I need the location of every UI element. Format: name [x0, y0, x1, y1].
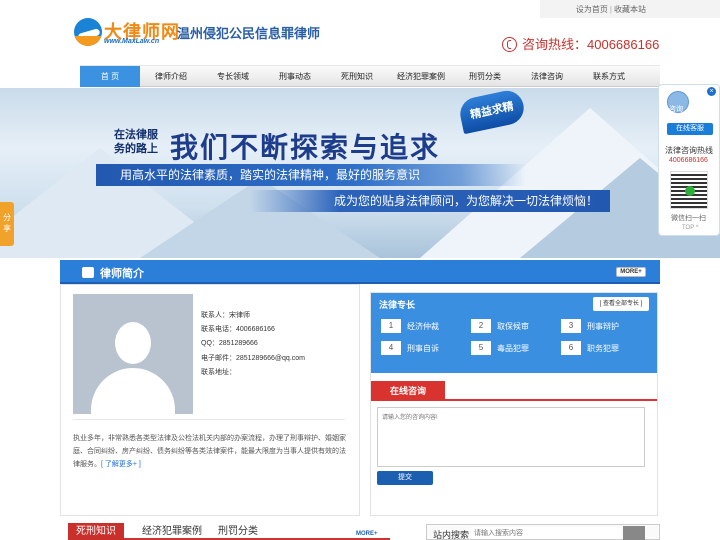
tab-economic-cases[interactable]: 经济犯罪案例	[142, 523, 202, 540]
hotline-text: 咨询热线：4006686166	[522, 37, 660, 52]
site-search-label: 站内搜索	[433, 530, 470, 540]
specialty-number: 2	[471, 319, 491, 333]
banner-tagline-line1: 在法律服	[114, 129, 158, 141]
profile-section-title: 律师简介	[100, 268, 144, 280]
phone-icon	[502, 37, 517, 52]
specialty-item[interactable]: 2 取保候审	[471, 319, 561, 333]
contact-email: 电子邮件：2851289666@qq.com	[201, 354, 305, 362]
specialties-box: 法律专长 [ 查看全部专长 ] 1 经济仲裁 2 取保候审 3 刑事辩护 4 刑事自诉 …	[371, 293, 657, 373]
top-link-separator: |	[609, 5, 612, 14]
float-hotline-label: 法律咨询热线	[665, 146, 713, 155]
banner-stripe-2: 成为您的贴身法律顾问，为您解决一切法律烦恼！	[250, 190, 610, 212]
wechat-logo-icon	[685, 186, 695, 196]
profile-section-header: 律师简介 MORE+	[60, 260, 660, 284]
consult-header: 在线咨询	[371, 381, 657, 401]
logo-icon[interactable]	[74, 18, 102, 46]
nav-item-consult[interactable]: 法律咨询	[516, 66, 578, 87]
set-home-link[interactable]: 设为首页	[576, 5, 608, 14]
specialty-name: 毒品犯罪	[497, 343, 529, 353]
floating-consult-panel: × 咨询 在线客服 法律咨询热线 4006686166 微信扫一扫 TOP ^	[658, 84, 720, 236]
lawyer-photo-placeholder	[73, 294, 193, 414]
nav-item-death-penalty[interactable]: 死刑知识	[326, 66, 388, 87]
nav-item-criminal-news[interactable]: 刑事动态	[264, 66, 326, 87]
specialty-name: 职务犯罪	[587, 343, 619, 353]
nav-item-economic-cases[interactable]: 经济犯罪案例	[388, 66, 454, 87]
contact-qq: QQ：2851289666	[201, 340, 258, 348]
banner-tagline-small: 在法律服 务的路上	[114, 128, 158, 156]
specialty-number: 6	[561, 341, 581, 355]
back-to-top[interactable]: TOP ^	[682, 225, 699, 231]
contact-info: 联系人：宋律师 联系电话：4006686166 QQ：2851289666 电子…	[201, 309, 305, 380]
contact-address: 联系地址：	[201, 368, 236, 376]
specialty-number: 3	[561, 319, 581, 333]
tab-penalty-types[interactable]: 刑罚分类	[218, 523, 258, 540]
intro-more-link[interactable]: [ 了解更多+ ]	[101, 461, 141, 468]
lawyer-profile-panel: 联系人：宋律师 联系电话：4006686166 QQ：2851289666 电子…	[60, 284, 360, 516]
float-hotline-number: 4006686166	[669, 157, 708, 164]
consult-title: 在线咨询	[371, 381, 445, 401]
share-tab[interactable]: 分享	[0, 202, 14, 246]
header-hotline: 咨询热线：4006686166	[502, 34, 659, 53]
bottom-more-link[interactable]: MORE+	[356, 531, 378, 537]
specialty-item[interactable]: 4 刑事自诉	[381, 341, 471, 355]
specialty-item[interactable]: 3 刑事辩护	[561, 319, 651, 333]
specialty-name: 刑事自诉	[407, 343, 439, 353]
nav-item-penalty-types[interactable]: 刑罚分类	[454, 66, 516, 87]
hero-banner: 在法律服 务的路上 我们不断探索与追求 精益求精 用高水平的法律素质，踏实的法律精…	[0, 88, 720, 258]
profile-more-button[interactable]: MORE+	[616, 267, 646, 277]
consult-textarea[interactable]	[377, 407, 645, 467]
specialty-name: 经济仲裁	[407, 321, 439, 331]
wechat-qr-code	[670, 171, 708, 209]
avatar-head-shape	[115, 322, 151, 364]
tab-death-penalty[interactable]: 死刑知识	[68, 523, 124, 540]
specialties-more-link[interactable]: [ 查看全部专长 ]	[593, 297, 649, 311]
banner-headline: 我们不断探索与追求	[170, 132, 441, 163]
top-links: 设为首页 | 收藏本站	[576, 4, 646, 15]
close-icon[interactable]: ×	[707, 87, 716, 96]
bottom-tab-bar: 死刑知识 经济犯罪案例 刑罚分类	[68, 523, 390, 540]
lawyer-intro-text: 执业多年，非常熟悉各类型法律及公检法机关内部的办案流程，办理了刑事辩护、婚姻家庭…	[73, 432, 351, 471]
avatar-body-shape	[91, 368, 175, 414]
main-nav: 首 页 律师介绍 专长领域 刑事动态 死刑知识 经济犯罪案例 刑罚分类 法律咨询…	[80, 65, 660, 87]
favorite-link[interactable]: 收藏本站	[614, 5, 646, 14]
site-search-input[interactable]	[471, 527, 621, 539]
consult-label: 咨询	[669, 106, 683, 113]
site-search: 站内搜索	[426, 524, 660, 540]
nav-item-home[interactable]: 首 页	[80, 66, 140, 87]
specialties-grid: 1 经济仲裁 2 取保候审 3 刑事辩护 4 刑事自诉 5 毒品犯罪 6 职务犯罪	[381, 319, 651, 355]
online-service-button[interactable]: 在线客服	[667, 123, 713, 135]
specialty-name: 取保候审	[497, 321, 529, 331]
specialty-name: 刑事辩护	[587, 321, 619, 331]
top-utility-bar: 设为首页 | 收藏本站	[540, 0, 720, 18]
logo-url: www.MaxLaw.cn	[104, 38, 160, 45]
nav-item-contact[interactable]: 联系方式	[578, 66, 640, 87]
site-title: 温州侵犯公民信息罪律师	[177, 26, 321, 41]
specialties-title: 法律专长	[379, 300, 416, 310]
nav-item-expertise[interactable]: 专长领域	[202, 66, 264, 87]
right-panel: 法律专长 [ 查看全部专长 ] 1 经济仲裁 2 取保候审 3 刑事辩护 4 刑事自诉 …	[370, 292, 658, 516]
specialty-item[interactable]: 1 经济仲裁	[381, 319, 471, 333]
specialty-number: 4	[381, 341, 401, 355]
search-icon[interactable]	[623, 526, 645, 540]
specialty-item[interactable]: 5 毒品犯罪	[471, 341, 561, 355]
consult-submit-button[interactable]: 提交	[377, 471, 433, 485]
wechat-scan-label: 微信扫一扫	[671, 215, 706, 222]
contact-person: 联系人：宋律师	[201, 312, 250, 319]
contact-phone: 联系电话：4006686166	[201, 326, 275, 334]
nav-item-lawyer-intro[interactable]: 律师介绍	[140, 66, 202, 87]
profile-divider	[73, 419, 345, 420]
banner-stripe-1: 用高水平的法律素质，踏实的法律精神，最好的服务意识	[96, 164, 526, 186]
banner-tagline-line2: 务的路上	[114, 143, 158, 155]
specialty-number: 1	[381, 319, 401, 333]
profile-card-icon	[82, 267, 94, 278]
specialty-number: 5	[471, 341, 491, 355]
specialty-item[interactable]: 6 职务犯罪	[561, 341, 651, 355]
